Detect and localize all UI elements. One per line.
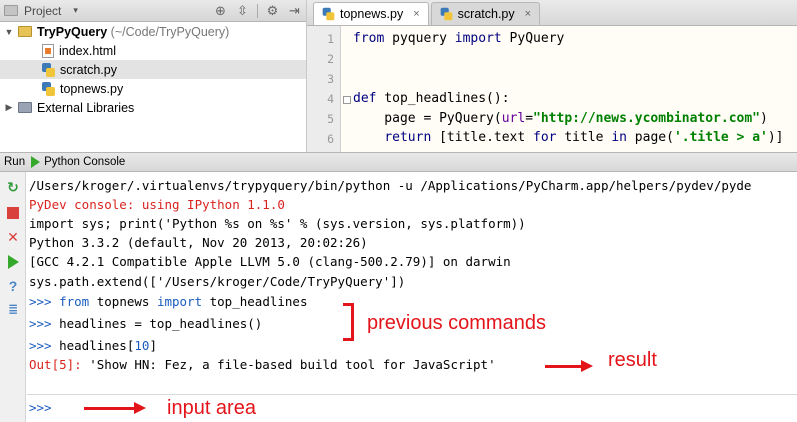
hide-panel-icon[interactable]: ⇥: [287, 3, 302, 18]
annotation-previous-commands: previous commands: [367, 312, 546, 334]
console-prompt: >>>: [29, 316, 52, 331]
console-prompt: >>>: [29, 294, 52, 309]
annotation-input-area: input area: [167, 397, 256, 419]
html-file-icon: [42, 43, 54, 58]
annotation-result: result: [608, 349, 657, 371]
header-divider: [257, 3, 258, 18]
console-line: import sys; print('Python %s on %s' % (s…: [29, 216, 526, 231]
expand-arrow-icon[interactable]: ▶: [4, 102, 14, 113]
folder-icon: [18, 26, 32, 37]
fold-toggle-icon[interactable]: [343, 96, 351, 104]
code-line: page = PyQuery(url="http://news.ycombina…: [353, 111, 768, 126]
python-console[interactable]: /Users/kroger/.virtualenvs/trypyquery/bi…: [27, 172, 797, 422]
project-folder-icon: [4, 5, 18, 16]
project-tree: ▼ TryPyQuery (~/Code/TryPyQuery) index.h…: [0, 22, 306, 117]
editor-tabs: topnews.py × scratch.py ×: [307, 0, 797, 26]
tree-item-topnews-py[interactable]: topnews.py: [0, 79, 306, 98]
code-line: return [title.text for title in page('.t…: [384, 130, 784, 145]
run-tool-bar: Run Python Console: [0, 152, 797, 172]
tab-topnews-py[interactable]: topnews.py ×: [313, 2, 429, 25]
line-number: 5: [327, 112, 334, 126]
console-line: sys.path.extend(['/Users/kroger/Code/Try…: [29, 274, 406, 289]
output-label: Out[5]:: [29, 357, 82, 372]
input-prompt: >>>: [29, 400, 52, 415]
collapse-icon[interactable]: ⇳: [235, 3, 250, 18]
run-tab-label[interactable]: Python Console: [44, 156, 125, 168]
python-file-icon: [42, 62, 55, 77]
annotation-arrow-input: [84, 402, 146, 414]
console-prompt: >>>: [29, 338, 52, 353]
file-name: index.html: [59, 43, 116, 58]
tab-scratch-py[interactable]: scratch.py ×: [430, 2, 541, 25]
variables-icon[interactable]: ≣: [6, 302, 20, 316]
python-file-icon: [42, 81, 55, 96]
expand-arrow-icon[interactable]: ▼: [4, 27, 14, 37]
file-name: topnews.py: [60, 81, 124, 96]
project-panel-title: Project: [24, 3, 62, 18]
console-line: PyDev console: using IPython 1.1.0: [29, 197, 285, 212]
console-output: Out[5]: 'Show HN: Fez, a file-based buil…: [29, 357, 496, 372]
line-number: 2: [327, 52, 334, 66]
help-icon[interactable]: ?: [6, 278, 20, 294]
tree-item-external-libraries[interactable]: ▶ External Libraries: [0, 98, 306, 117]
tab-label: topnews.py: [340, 7, 404, 21]
line-number: 4: [327, 92, 334, 106]
line-number-gutter: 1 2 3 4 5 6: [307, 26, 341, 152]
console-line: [GCC 4.2.1 Compatible Apple LLVM 5.0 (cl…: [29, 254, 511, 269]
python-file-icon: [322, 7, 335, 21]
root-name: TryPyQuery: [37, 24, 108, 39]
annotation-bracket: [343, 303, 354, 341]
tab-label: scratch.py: [457, 7, 515, 21]
chevron-down-icon[interactable]: ▾: [73, 5, 78, 16]
history-command: >>> from topnews import top_headlines: [29, 294, 308, 309]
code-editor[interactable]: topnews.py × scratch.py × 1 2 3 4 5 6 fr…: [307, 0, 797, 152]
external-libraries-label: External Libraries: [37, 100, 135, 115]
console-toolbar: ↻ ✕ ? ≣: [0, 172, 26, 422]
project-panel-header[interactable]: Project ▾ ⊕ ⇳ ⚙ ⇥: [0, 0, 306, 22]
library-icon: [18, 102, 32, 113]
code-line: from pyquery import PyQuery: [353, 31, 565, 46]
close-icon[interactable]: ×: [413, 8, 419, 20]
file-name: scratch.py: [60, 62, 117, 77]
rerun-icon[interactable]: ↻: [6, 179, 20, 195]
project-panel: Project ▾ ⊕ ⇳ ⚙ ⇥ ▼ TryPyQuery (~/Code/T…: [0, 0, 307, 152]
locate-icon[interactable]: ⊕: [213, 3, 228, 18]
console-line: Python 3.3.2 (default, Nov 20 2013, 20:0…: [29, 235, 368, 250]
history-command: >>> headlines[10]: [29, 338, 157, 353]
line-number: 1: [327, 32, 334, 46]
stop-icon[interactable]: [6, 206, 20, 220]
root-path: (~/Code/TryPyQuery): [110, 24, 230, 39]
close-icon[interactable]: ✕: [6, 229, 20, 245]
line-number: 6: [327, 132, 334, 146]
gear-icon[interactable]: ⚙: [265, 3, 280, 18]
python-file-icon: [440, 7, 453, 21]
history-command: >>> headlines = top_headlines(): [29, 316, 263, 331]
execute-icon[interactable]: [6, 255, 20, 269]
run-prefix: Run: [4, 156, 26, 168]
line-number: 3: [327, 72, 334, 86]
play-icon: [31, 156, 41, 168]
code-line: def top_headlines():: [353, 91, 510, 106]
tree-item-root[interactable]: ▼ TryPyQuery (~/Code/TryPyQuery): [0, 22, 306, 41]
output-value: 'Show HN: Fez, a file-based build tool f…: [89, 357, 496, 372]
close-icon[interactable]: ×: [525, 8, 531, 20]
tree-item-scratch-py[interactable]: scratch.py: [0, 60, 306, 79]
annotation-arrow-result: [545, 360, 593, 372]
tree-item-index-html[interactable]: index.html: [0, 41, 306, 60]
console-line: /Users/kroger/.virtualenvs/trypyquery/bi…: [29, 178, 752, 193]
